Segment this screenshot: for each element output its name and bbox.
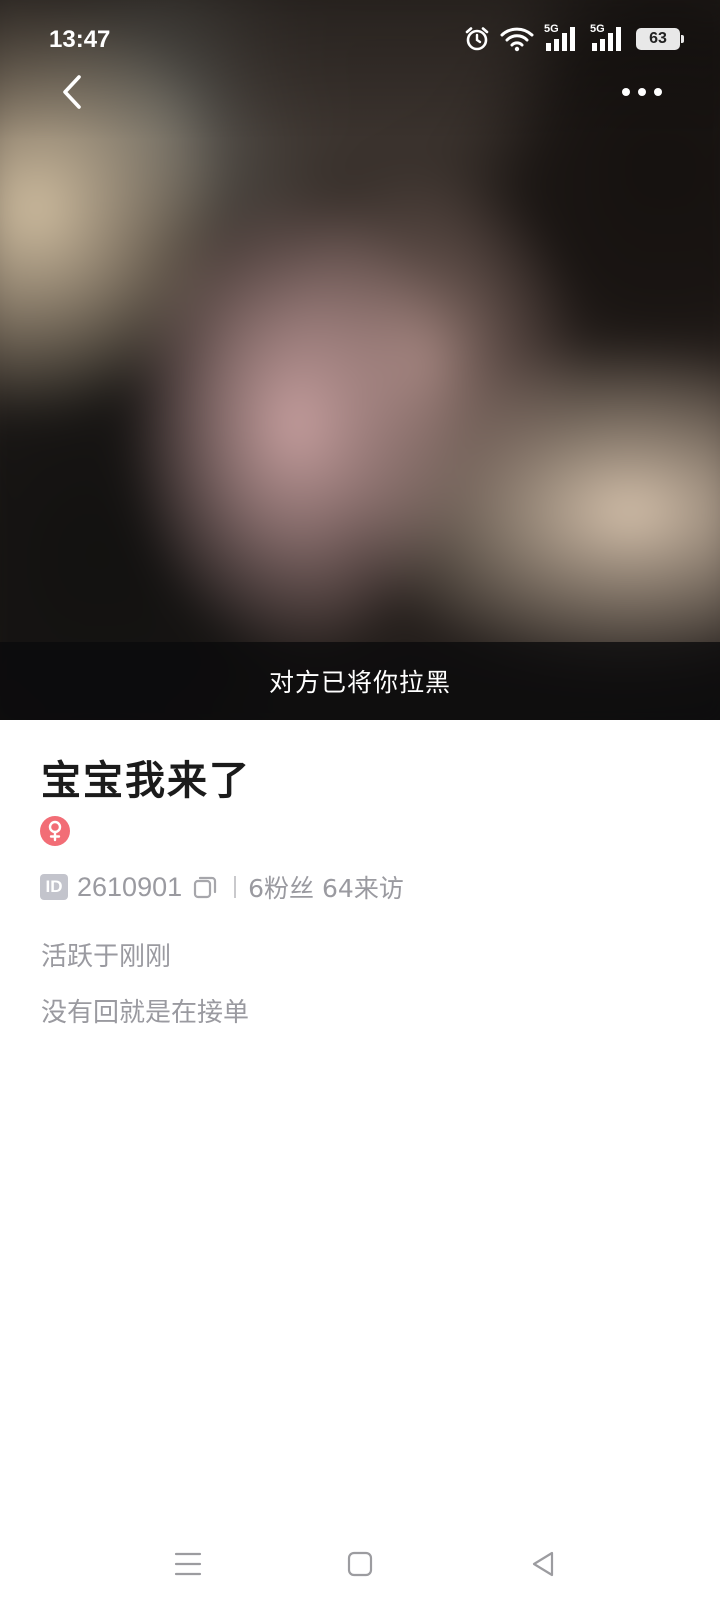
signal-5g-icon: 5G bbox=[590, 23, 626, 53]
blocked-notice-text: 对方已将你拉黑 bbox=[268, 668, 451, 697]
alarm-icon bbox=[464, 26, 490, 52]
status-icons: 5G 5G 63 bbox=[464, 23, 684, 54]
status-time: 13:47 bbox=[49, 26, 111, 53]
status-bar: 13:47 5G 5G 63 bbox=[0, 0, 720, 80]
id-row: ID 2610901 6粉丝 64来访 bbox=[40, 870, 404, 904]
wifi-icon bbox=[500, 26, 534, 52]
home-button[interactable] bbox=[330, 1534, 390, 1594]
back-button[interactable] bbox=[50, 70, 94, 114]
female-icon bbox=[40, 816, 70, 846]
copy-icon[interactable] bbox=[192, 874, 218, 900]
battery-icon: 63 bbox=[636, 28, 684, 50]
divider bbox=[234, 876, 237, 898]
chevron-left-icon bbox=[63, 75, 81, 109]
bio: 没有回就是在接单 bbox=[41, 998, 250, 1028]
signal-5g-icon: 5G bbox=[544, 23, 580, 53]
nickname: 宝宝我来了 bbox=[41, 758, 251, 804]
fans-count[interactable]: 6粉丝 bbox=[248, 869, 314, 905]
back-triangle-icon bbox=[532, 1551, 554, 1577]
more-dots-icon bbox=[622, 88, 662, 96]
user-id: 2610901 bbox=[77, 871, 183, 902]
active-status: 活跃于刚刚 bbox=[41, 942, 172, 972]
menu-icon bbox=[174, 1552, 202, 1576]
menu-button[interactable] bbox=[158, 1534, 218, 1594]
profile-cover-photo[interactable]: 13:47 5G 5G 63 对方已将你拉黑 bbox=[0, 0, 720, 720]
nav-back-button[interactable] bbox=[513, 1534, 573, 1594]
id-tag: ID bbox=[40, 874, 68, 900]
battery-level: 63 bbox=[649, 30, 667, 47]
system-nav-bar bbox=[0, 1520, 720, 1604]
blocked-notice-banner: 对方已将你拉黑 bbox=[0, 642, 720, 720]
home-square-icon bbox=[347, 1551, 373, 1577]
visits-count[interactable]: 64来访 bbox=[322, 869, 404, 905]
more-options-button[interactable] bbox=[616, 76, 668, 108]
stats: 6粉丝 64来访 bbox=[248, 869, 404, 905]
